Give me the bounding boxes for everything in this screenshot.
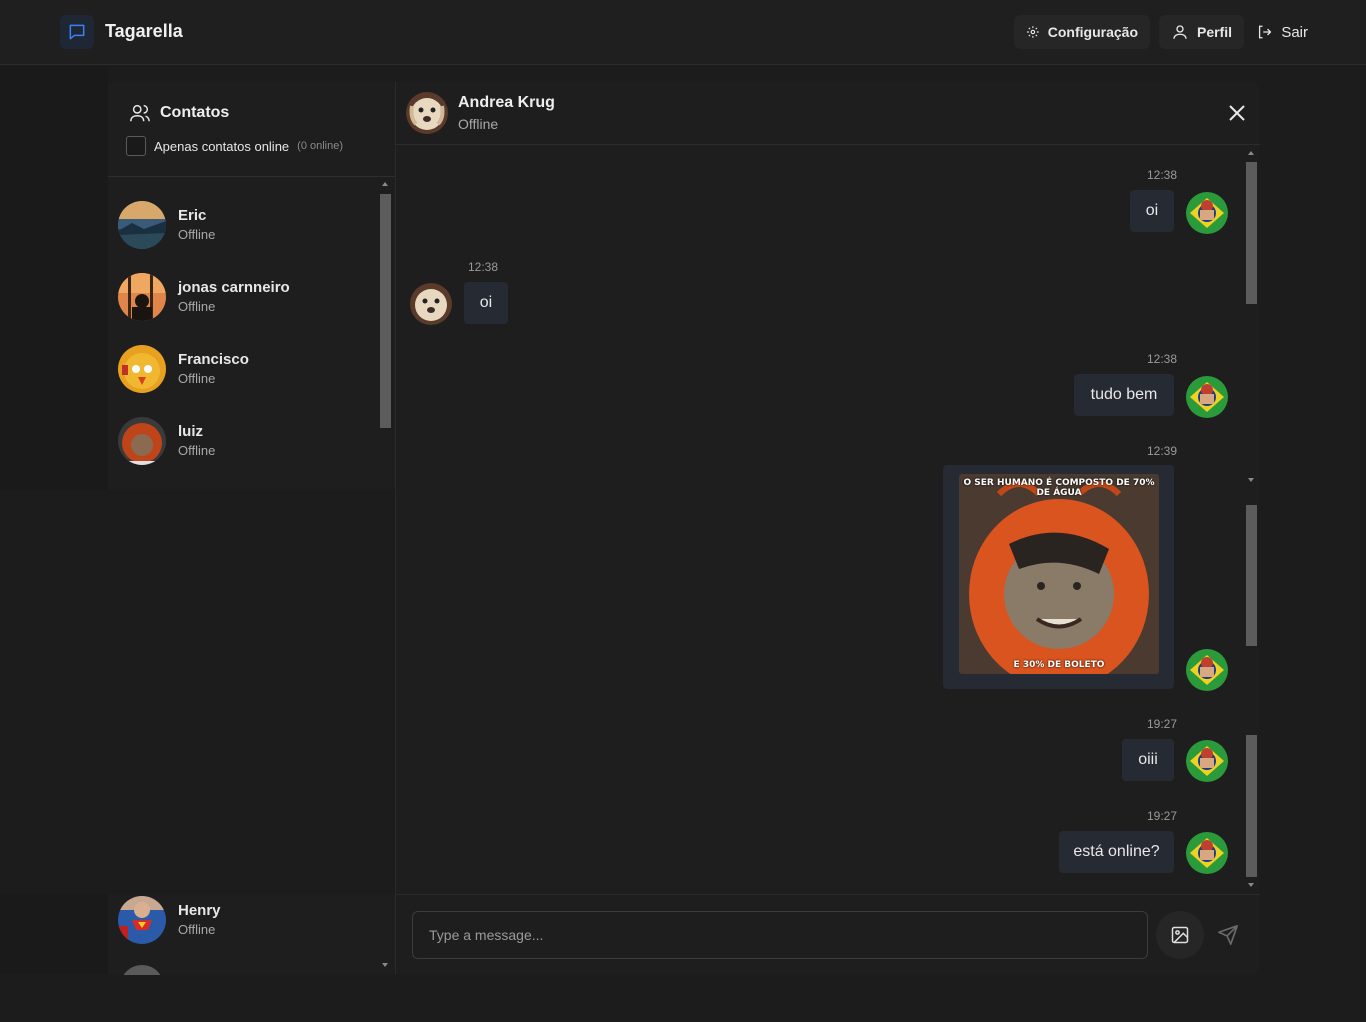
contact-name: Francisco — [178, 351, 249, 368]
contact-item-partial[interactable] — [120, 965, 164, 975]
contact-name: jonas carnneiro — [178, 279, 290, 296]
message-bubble: tudo bem — [1074, 374, 1174, 416]
my-avatar — [1186, 832, 1228, 874]
message-time: 12:39 — [1147, 444, 1178, 458]
divider — [108, 176, 395, 177]
logout-button[interactable]: Sair — [1244, 15, 1320, 49]
contact-item-eric[interactable]: Eric Offline — [118, 197, 378, 253]
image-message-bubble: O SER HUMANO É COMPOSTO DE 70% DE ÁGUA E… — [943, 465, 1174, 689]
left-band-bottom — [0, 894, 108, 974]
contact-name: luiz — [178, 423, 203, 440]
my-avatar — [1186, 649, 1228, 691]
app-title: Tagarella — [105, 21, 183, 41]
contact-name: Henry — [178, 902, 221, 919]
settings-button[interactable]: Configuração — [1014, 15, 1150, 49]
scroll-up-arrow[interactable] — [382, 182, 388, 186]
message-bubble: oiii — [1122, 739, 1174, 781]
chat-scrollbar-thumb-2[interactable] — [1246, 505, 1257, 646]
image-icon — [1171, 926, 1189, 944]
chat-contact-status: Offline — [458, 116, 499, 132]
message-time: 19:27 — [1147, 809, 1178, 823]
send-icon — [1218, 925, 1238, 945]
gear-icon — [1027, 26, 1039, 38]
send-button[interactable] — [1212, 911, 1244, 959]
message-composer — [396, 894, 1260, 974]
contact-item-henry[interactable]: Henry Offline — [118, 892, 378, 948]
chat-contact-name: Andrea Krug — [458, 94, 555, 111]
avatar — [118, 417, 166, 465]
message-bubble: oi — [1130, 190, 1174, 232]
chat-panel: Andrea Krug Offline 12:38 oi 12:38 oi 12… — [395, 82, 1260, 974]
avatar — [118, 201, 166, 249]
contact-status: Offline — [178, 922, 216, 937]
profile-button[interactable]: Perfil — [1159, 15, 1244, 49]
users-icon — [130, 104, 150, 122]
logout-icon — [1258, 25, 1272, 39]
contact-item-jonas[interactable]: jonas carnneiro Offline — [118, 269, 378, 325]
online-only-checkbox[interactable] — [126, 136, 146, 156]
message-bubble: oi — [464, 282, 508, 324]
contact-status: Offline — [178, 227, 216, 242]
avatar — [406, 92, 448, 134]
message-bubble: está online? — [1059, 831, 1174, 873]
attach-image-button[interactable] — [1156, 911, 1204, 959]
chat-scroll-down-2[interactable] — [1248, 883, 1254, 887]
contact-status: Offline — [178, 371, 216, 386]
settings-label: Configuração — [1047, 24, 1138, 40]
logout-label: Sair — [1281, 23, 1308, 41]
message-time: 12:38 — [468, 260, 499, 274]
contact-item-francisco[interactable]: Francisco Offline — [118, 341, 378, 397]
contact-status: Offline — [178, 299, 216, 314]
profile-label: Perfil — [1196, 24, 1232, 40]
left-band — [0, 66, 108, 490]
meme-top-caption: O SER HUMANO É COMPOSTO DE 70% DE ÁGUA — [963, 478, 1155, 498]
contacts-scrollbar[interactable] — [380, 194, 391, 428]
my-avatar — [1186, 376, 1228, 418]
user-icon — [1173, 25, 1187, 39]
close-icon — [1229, 105, 1245, 121]
message-time: 19:27 — [1147, 717, 1178, 731]
message-time: 12:38 — [1147, 352, 1178, 366]
avatar — [118, 345, 166, 393]
chat-scrollbar-thumb-3[interactable] — [1246, 735, 1257, 877]
chat-header: Andrea Krug Offline — [396, 82, 1260, 145]
contact-avatar — [410, 283, 452, 325]
chat-scroll-up[interactable] — [1248, 151, 1254, 155]
scroll-down-arrow[interactable] — [382, 963, 388, 967]
close-chat-button[interactable] — [1226, 102, 1248, 124]
online-count: (0 online) — [297, 140, 344, 152]
my-avatar — [1186, 192, 1228, 234]
avatar — [118, 896, 166, 944]
avatar — [118, 273, 166, 321]
meme-image[interactable]: O SER HUMANO É COMPOSTO DE 70% DE ÁGUA E… — [959, 474, 1159, 674]
my-avatar — [1186, 740, 1228, 782]
online-filter-label: Apenas contatos online — [154, 138, 290, 154]
chat-scroll-down[interactable] — [1248, 478, 1254, 482]
online-filter[interactable]: Apenas contatos online (0 online) — [126, 136, 343, 156]
contacts-title-label: Contatos — [160, 104, 230, 121]
contact-status: Offline — [178, 443, 216, 458]
contacts-panel: Contatos Apenas contatos online (0 onlin… — [108, 82, 395, 489]
message-time: 12:38 — [1147, 168, 1178, 182]
chat-scrollbar-thumb[interactable] — [1246, 162, 1257, 304]
contact-item-luiz[interactable]: luiz Offline — [118, 413, 378, 469]
contacts-title: Contatos — [128, 102, 229, 124]
meme-bottom-caption: E 30% DE BOLETO — [1013, 660, 1105, 670]
contact-name: Eric — [178, 207, 207, 224]
top-header: Tagarella Configuração Perfil Sair — [0, 0, 1366, 65]
chat-logo-icon — [60, 15, 94, 49]
message-input[interactable] — [412, 911, 1148, 959]
